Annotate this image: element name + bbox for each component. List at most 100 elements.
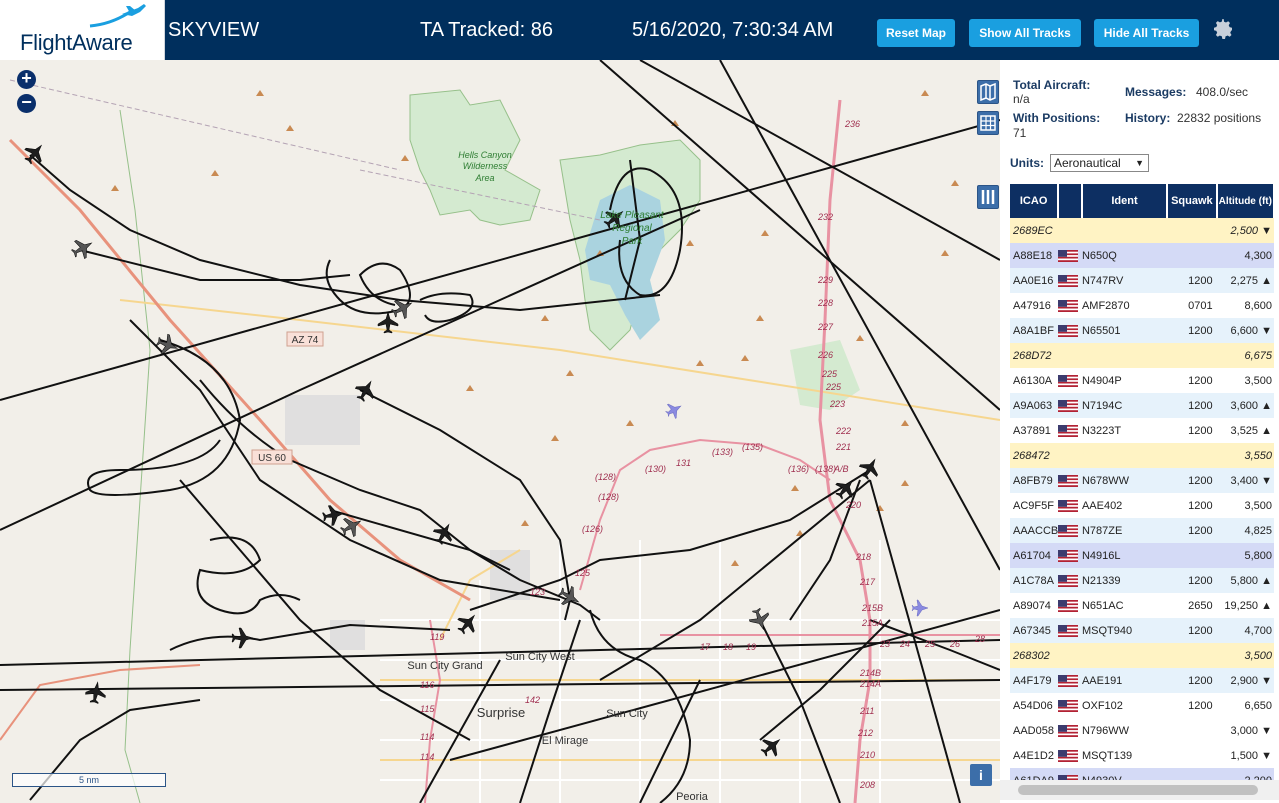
flag-cell [1058,293,1082,318]
table-row[interactable]: A8A1BF N65501 1200 6,600 ▼ [1010,318,1274,343]
icao-cell: 2689EC [1010,218,1059,243]
squawk-cell: 1200 [1167,268,1217,293]
table-row[interactable]: A9A063 N7194C 1200 3,600 ▲ [1010,393,1274,418]
flag-cell [1058,643,1082,668]
map-canvas[interactable]: Hells Canyon Wilderness Area Lake Pleasa… [0,60,1000,803]
flag-cell [1058,693,1082,718]
svg-text:116: 116 [420,680,434,690]
show-all-tracks-button[interactable]: Show All Tracks [969,19,1081,47]
zoom-out-button[interactable]: − [17,93,36,113]
squawk-cell: 2650 [1167,593,1217,618]
squawk-cell [1167,643,1217,668]
table-row[interactable]: A8FB79 N678WW 1200 3,400 ▼ [1010,468,1274,493]
svg-text:215A: 215A [861,618,883,628]
table-row[interactable]: A88E18 N650Q 4,300 [1010,243,1274,268]
table-row[interactable]: A4F179 AAE191 1200 2,900 ▼ [1010,668,1274,693]
svg-text:236: 236 [844,119,860,129]
col-icao-header[interactable]: ICAO [1010,184,1060,218]
messages-label: Messages: [1125,85,1187,99]
col-altitude-header[interactable]: Altitude (ft) [1216,184,1276,218]
svg-text:214A: 214A [859,679,881,689]
flightaware-logo[interactable]: FlightAware [0,0,165,60]
scrollbar-thumb[interactable] [1018,785,1258,795]
table-row[interactable]: A54D06 OXF102 1200 6,650 [1010,693,1274,718]
table-row[interactable]: 2689EC 2,500 ▼ [1010,218,1274,243]
grid-toggle-button[interactable] [977,111,999,135]
horizontal-scrollbar[interactable] [1000,780,1279,800]
icao-cell: A8FB79 [1010,468,1059,493]
units-select[interactable]: Aeronautical ▼ [1050,154,1149,172]
table-row[interactable]: AAACCB N787ZE 1200 4,825 [1010,518,1274,543]
svg-text:228: 228 [817,298,833,308]
svg-text:114: 114 [420,752,434,762]
reset-map-button[interactable]: Reset Map [877,19,955,47]
squawk-cell: 1200 [1167,668,1217,693]
table-row[interactable]: A6130A N4904P 1200 3,500 [1010,368,1274,393]
map-label-sun-city-grand: Sun City Grand [407,660,482,672]
table-row[interactable]: A37891 N3223T 1200 3,525 ▲ [1010,418,1274,443]
ident-cell: N796WW [1081,718,1168,743]
info-button[interactable]: i [970,764,992,786]
us-flag-icon [1058,624,1079,637]
svg-text:125: 125 [575,568,591,578]
icao-cell: A88E18 [1010,243,1059,268]
map-layers-button[interactable] [977,80,999,104]
ident-cell [1081,343,1168,368]
col-flag-header[interactable] [1058,184,1083,218]
map-label-surprise: Surprise [477,705,525,720]
table-row[interactable]: A61704 N4916L 5,800 [1010,543,1274,568]
us-flag-icon [1058,324,1079,337]
svg-text:19: 19 [746,642,756,652]
squawk-cell: 1200 [1167,468,1217,493]
zoom-in-button[interactable]: + [17,69,36,89]
icao-cell: 268472 [1010,443,1059,468]
flag-cell [1058,343,1082,368]
squawk-cell: 1200 [1167,568,1217,593]
table-row[interactable]: A4E1D2 MSQT139 1,500 ▼ [1010,743,1274,768]
table-row[interactable]: A67345 MSQT940 1200 4,700 [1010,618,1274,643]
svg-text:(133): (133) [712,447,733,457]
ident-cell: N21339 [1081,568,1168,593]
table-row[interactable]: A47916 AMF2870 0701 8,600 [1010,293,1274,318]
ident-cell: N651AC [1081,593,1168,618]
altitude-cell: 5,800 [1216,543,1274,568]
table-row[interactable]: AC9F5F AAE402 1200 3,500 [1010,493,1274,518]
gear-icon[interactable] [1211,17,1235,41]
ident-cell: OXF102 [1081,693,1168,718]
hide-all-tracks-button[interactable]: Hide All Tracks [1094,19,1199,47]
altitude-cell: 3,600 ▲ [1216,393,1274,418]
table-row[interactable]: 268D72 6,675 [1010,343,1274,368]
us-flag-icon [1058,274,1079,287]
map-label-us60: US 60 [258,453,286,464]
table-row[interactable]: A89074 N651AC 2650 19,250 ▲ [1010,593,1274,618]
table-row[interactable]: A1C78A N21339 1200 5,800 ▲ [1010,568,1274,593]
columns-toggle-button[interactable] [977,185,999,209]
altitude-cell: 3,000 ▼ [1216,718,1274,743]
col-squawk-header[interactable]: Squawk [1167,184,1218,218]
squawk-cell: 1200 [1167,693,1217,718]
table-row[interactable]: 268302 3,500 [1010,643,1274,668]
table-row[interactable]: AAD058 N796WW 3,000 ▼ [1010,718,1274,743]
app-title: SKYVIEW [168,19,260,41]
history-value: 22832 positions [1177,111,1262,125]
table-row[interactable]: 268472 3,550 [1010,443,1274,468]
squawk-cell [1167,743,1217,768]
ident-cell: N747RV [1081,268,1168,293]
table-row[interactable]: AA0E16 N747RV 1200 2,275 ▲ [1010,268,1274,293]
icao-cell: 268302 [1010,643,1059,668]
col-ident-header[interactable]: Ident [1081,184,1169,218]
flag-cell [1058,443,1082,468]
altitude-cell: 2,500 ▼ [1216,218,1274,243]
svg-text:25: 25 [924,639,936,649]
flag-cell [1058,243,1082,268]
ident-cell: N3223T [1081,418,1168,443]
us-flag-icon [1058,574,1079,587]
svg-text:225: 225 [825,382,842,392]
altitude-cell: 19,250 ▲ [1216,593,1274,618]
altitude-cell: 3,500 [1216,493,1274,518]
svg-text:119: 119 [430,632,444,642]
svg-text:23: 23 [879,639,890,649]
total-aircraft-label: Total Aircraft: [1013,78,1091,92]
us-flag-icon [1058,549,1079,562]
altitude-cell: 3,400 ▼ [1216,468,1274,493]
